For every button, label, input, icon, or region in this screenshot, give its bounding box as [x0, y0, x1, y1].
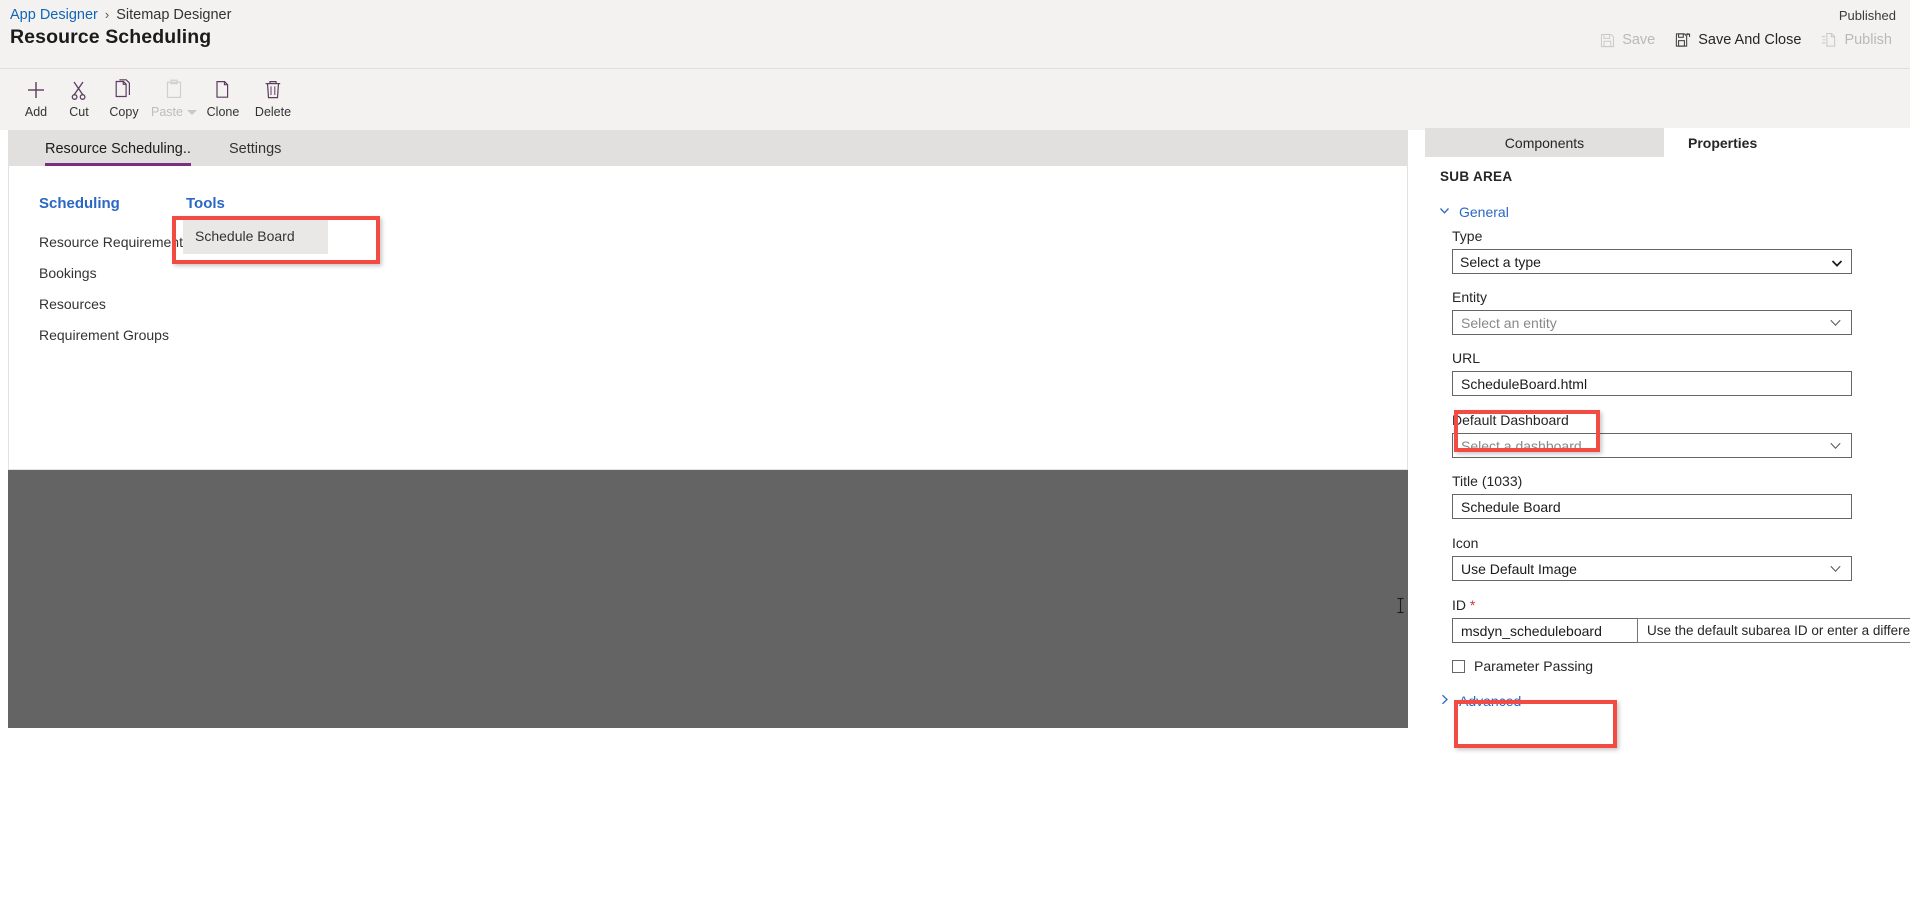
save-and-close-button[interactable]: Save And Close	[1665, 28, 1811, 52]
plus-icon	[25, 75, 47, 101]
page-title: Resource Scheduling	[10, 26, 212, 48]
field-entity-control[interactable]	[1452, 310, 1852, 335]
title-1033-input[interactable]	[1453, 495, 1851, 518]
save-icon	[1600, 33, 1615, 48]
type-select[interactable]: Select a type	[1453, 250, 1851, 273]
subarea-bookings[interactable]: Bookings	[39, 265, 97, 281]
designer-shaded-area	[8, 470, 1408, 728]
subarea-schedule-board-label: Schedule Board	[195, 228, 295, 244]
clone-icon	[212, 75, 234, 101]
breadcrumb: App Designer › Sitemap Designer	[10, 7, 231, 23]
accordion-advanced[interactable]: Advanced	[1438, 693, 1521, 709]
field-url-label: URL	[1452, 350, 1481, 366]
accordion-general-label: General	[1459, 204, 1509, 220]
required-indicator: *	[1469, 597, 1476, 613]
url-input[interactable]	[1453, 372, 1851, 395]
save-button[interactable]: Save	[1590, 28, 1665, 52]
field-url: URL	[1452, 350, 1852, 396]
tab-settings-label: Settings	[229, 140, 282, 157]
field-icon: Icon	[1452, 535, 1852, 581]
tab-resource-scheduling-label: Resource Scheduling..	[45, 140, 191, 157]
toolbar-add-label: Add	[24, 105, 48, 119]
accordion-general[interactable]: General	[1438, 204, 1509, 220]
copy-icon	[113, 75, 135, 101]
designer-toolbar: Add Cut Copy Paste Clone Delete	[0, 68, 1910, 130]
field-default-dashboard: Default Dashboard	[1452, 412, 1852, 458]
publish-status-badge: Published	[1838, 8, 1896, 23]
parameter-passing-checkbox[interactable]	[1452, 659, 1465, 673]
field-title-1033-label: Title (1033)	[1452, 473, 1523, 489]
group-title-tools[interactable]: Tools	[186, 195, 225, 212]
field-title-1033-control[interactable]	[1452, 494, 1852, 519]
parameter-passing-checkbox-row[interactable]: Parameter Passing	[1452, 658, 1593, 674]
field-id-label: ID *	[1452, 597, 1852, 613]
subarea-schedule-board-tile[interactable]: Schedule Board	[183, 218, 328, 254]
chevron-down-icon	[1438, 204, 1451, 220]
clipboard-icon	[164, 75, 184, 101]
designer-body: Scheduling Resource Requirements Booking…	[9, 166, 1407, 469]
field-icon-control[interactable]	[1452, 556, 1852, 581]
publish-button[interactable]: Publish	[1811, 28, 1902, 52]
parameter-passing-label: Parameter Passing	[1474, 658, 1594, 674]
icon-input[interactable]	[1453, 557, 1851, 580]
chevron-right-icon	[1438, 693, 1451, 709]
properties-section-header: SUB AREA	[1440, 169, 1513, 184]
tab-properties[interactable]: Properties	[1664, 128, 1814, 157]
save-button-label: Save	[1622, 32, 1656, 48]
top-header-bar: App Designer › Sitemap Designer Resource S…	[0, 0, 1910, 68]
subarea-resource-requirements[interactable]: Resource Requirements	[39, 234, 190, 250]
toolbar-paste-label: Paste	[151, 105, 183, 119]
tab-settings[interactable]: Settings	[229, 131, 281, 166]
group-title-scheduling[interactable]: Scheduling	[39, 195, 120, 212]
default-dashboard-input[interactable]	[1453, 434, 1851, 457]
entity-input[interactable]	[1453, 311, 1851, 334]
field-default-dashboard-control[interactable]	[1452, 433, 1852, 458]
field-type-label: Type	[1452, 228, 1483, 244]
sitemap-designer-app: App Designer › Sitemap Designer Resource S…	[0, 0, 1910, 898]
sitemap-canvas: Resource Scheduling.. Settings Schedulin…	[8, 130, 1408, 470]
field-title-1033: Title (1033)	[1452, 473, 1852, 519]
field-id-label-text: ID	[1452, 597, 1466, 613]
paste-label-row: Paste	[151, 105, 197, 119]
toolbar-delete-button[interactable]: Delete	[242, 75, 304, 119]
field-entity: Entity	[1452, 289, 1852, 335]
save-and-close-icon	[1675, 32, 1691, 48]
command-bar: Save Save And Close Publish	[1590, 28, 1902, 52]
breadcrumb-sitemap-designer[interactable]: Sitemap Designer	[116, 7, 231, 23]
subarea-requirement-groups[interactable]: Requirement Groups	[39, 327, 169, 343]
toolbar-clone-label: Clone	[206, 105, 240, 119]
field-icon-label: Icon	[1452, 535, 1479, 551]
tab-properties-label: Properties	[1688, 134, 1758, 151]
toolbar-cut-label: Cut	[69, 105, 89, 119]
save-and-close-button-label: Save And Close	[1698, 32, 1802, 48]
field-type: Type Select a type	[1452, 228, 1852, 274]
field-url-control[interactable]	[1452, 371, 1852, 396]
field-entity-label: Entity	[1452, 289, 1488, 305]
publish-button-label: Publish	[1844, 32, 1892, 48]
tab-components-label: Components	[1504, 134, 1585, 151]
subarea-resources[interactable]: Resources	[39, 296, 106, 312]
breadcrumb-separator-icon: ›	[104, 7, 110, 22]
breadcrumb-app-designer[interactable]: App Designer	[10, 7, 98, 23]
tab-resource-scheduling[interactable]: Resource Scheduling..	[45, 131, 191, 166]
field-type-control[interactable]: Select a type	[1452, 249, 1852, 274]
tab-components[interactable]: Components	[1425, 128, 1664, 157]
text-cursor-icon	[1396, 597, 1405, 614]
publish-icon	[1821, 32, 1837, 48]
toolbar-copy-label: Copy	[109, 105, 139, 119]
properties-panel: Components Properties SUB AREA General T…	[1425, 128, 1910, 898]
id-field-tooltip: Use the default subarea ID or enter a di…	[1637, 618, 1910, 643]
accordion-advanced-label: Advanced	[1459, 693, 1522, 709]
designer-tab-strip: Resource Scheduling.. Settings	[9, 131, 1407, 166]
trash-icon	[263, 75, 283, 101]
scissors-icon	[69, 75, 89, 101]
field-default-dashboard-label: Default Dashboard	[1452, 412, 1569, 428]
properties-tab-strip: Components Properties	[1425, 128, 1910, 157]
toolbar-delete-label: Delete	[254, 105, 292, 119]
